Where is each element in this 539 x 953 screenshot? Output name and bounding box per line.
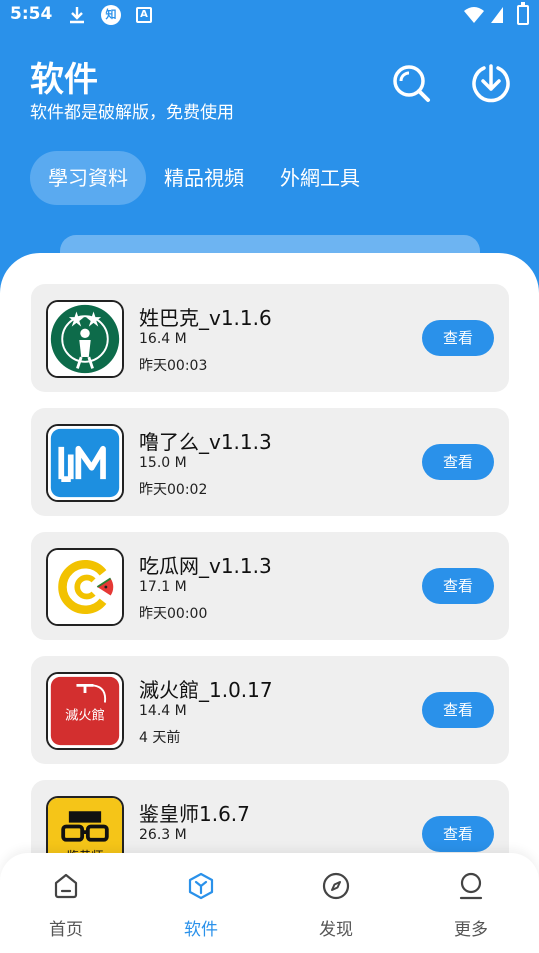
bottom-navigation: 首页 软件 发现 更多 bbox=[0, 853, 539, 953]
page-title: 软件 bbox=[30, 60, 98, 100]
tab-external-tools[interactable]: 外網工具 bbox=[262, 151, 378, 205]
nav-discover[interactable]: 发现 bbox=[286, 871, 386, 941]
tab-premium-videos[interactable]: 精品視頻 bbox=[146, 151, 262, 205]
app-size: 14.4 M bbox=[139, 703, 187, 719]
status-bar: 5:54 知 A bbox=[0, 0, 539, 30]
app-name: 滅火館_1.0.17 bbox=[139, 678, 273, 702]
app-time: 昨天00:00 bbox=[139, 606, 208, 622]
svg-text:滅火館: 滅火館 bbox=[65, 708, 105, 724]
view-button[interactable]: 查看 bbox=[422, 568, 494, 604]
app-name: 吃瓜网_v1.1.3 bbox=[139, 554, 272, 578]
nav-home[interactable]: 首页 bbox=[16, 871, 116, 941]
zhihu-icon: 知 bbox=[101, 5, 121, 25]
nav-label: 软件 bbox=[184, 920, 218, 940]
battery-icon bbox=[517, 2, 529, 25]
app-time: 昨天00:02 bbox=[139, 482, 208, 498]
wifi-icon bbox=[463, 6, 485, 24]
app-name: 姓巴克_v1.1.6 bbox=[139, 306, 272, 330]
view-button[interactable]: 查看 bbox=[422, 692, 494, 728]
box-icon bbox=[188, 872, 214, 900]
app-name: 鉴皇师1.6.7 bbox=[139, 802, 250, 826]
nav-label: 首页 bbox=[49, 920, 83, 940]
app-size: 15.0 M bbox=[139, 455, 187, 471]
category-tabs: 學习資料 精品視頻 外網工具 bbox=[30, 151, 378, 205]
app-size: 16.4 M bbox=[139, 331, 187, 347]
nav-software[interactable]: 软件 bbox=[151, 871, 251, 941]
download-icon bbox=[68, 6, 86, 24]
nav-label: 更多 bbox=[454, 920, 488, 940]
home-icon bbox=[54, 873, 78, 899]
status-time: 5:54 bbox=[10, 4, 53, 24]
list-item[interactable]: 噜了么_v1.1.3 15.0 M 昨天00:02 查看 bbox=[31, 408, 509, 516]
app-size: 26.3 M bbox=[139, 827, 187, 843]
app-time: 昨天00:03 bbox=[139, 358, 208, 374]
download-icon bbox=[472, 64, 510, 103]
compass-icon bbox=[322, 872, 350, 900]
starbucks-style-icon bbox=[46, 300, 124, 378]
page-subtitle: 软件都是破解版，免费使用 bbox=[30, 103, 234, 123]
view-button[interactable]: 查看 bbox=[422, 816, 494, 852]
list-item[interactable]: 滅火館 滅火館_1.0.17 14.4 M 4 天前 查看 bbox=[31, 656, 509, 764]
view-button[interactable]: 查看 bbox=[422, 444, 494, 480]
fire-extinguisher-icon: 滅火館 bbox=[46, 672, 124, 750]
app-size: 17.1 M bbox=[139, 579, 187, 595]
app-time: 4 天前 bbox=[139, 730, 181, 746]
list-item[interactable]: 吃瓜网_v1.1.3 17.1 M 昨天00:00 查看 bbox=[31, 532, 509, 640]
lm-logo-icon bbox=[46, 424, 124, 502]
watermelon-c-icon bbox=[46, 548, 124, 626]
app-list-panel: 姓巴克_v1.1.6 16.4 M 昨天00:03 查看 噜了么_v1.1.3 … bbox=[0, 253, 539, 953]
search-icon bbox=[393, 65, 430, 102]
app-name: 噜了么_v1.1.3 bbox=[139, 430, 272, 454]
signal-icon bbox=[490, 6, 504, 24]
search-button[interactable] bbox=[390, 62, 432, 104]
nav-label: 发现 bbox=[319, 920, 353, 940]
view-button[interactable]: 查看 bbox=[422, 320, 494, 356]
nav-more[interactable]: 更多 bbox=[421, 871, 521, 941]
download-button[interactable] bbox=[470, 62, 512, 104]
a-icon: A bbox=[136, 7, 152, 23]
list-item[interactable]: 姓巴克_v1.1.6 16.4 M 昨天00:03 查看 bbox=[31, 284, 509, 392]
tab-study-materials[interactable]: 學习資料 bbox=[30, 151, 146, 205]
person-icon bbox=[459, 872, 483, 900]
